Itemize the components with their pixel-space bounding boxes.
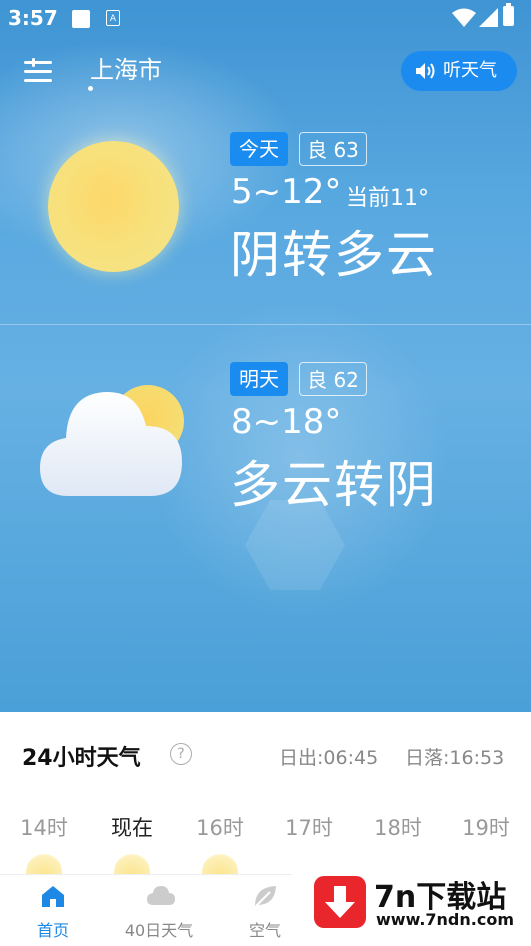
wifi-icon xyxy=(452,8,476,27)
watermark: 7n下载站 www.7ndn.com xyxy=(292,858,531,945)
speaker-icon xyxy=(416,63,435,79)
sunset-time: 日落:16:53 xyxy=(405,747,505,769)
current-temp: 当前11° xyxy=(346,186,429,211)
partly-cloudy-icon xyxy=(40,392,182,496)
location-dot xyxy=(88,86,93,91)
help-icon[interactable]: ? xyxy=(170,743,192,765)
menu-line xyxy=(24,61,52,64)
hour-label: 16时 xyxy=(196,816,244,840)
download-logo-icon xyxy=(314,876,366,928)
hour-label: 19时 xyxy=(462,816,510,840)
nav-home-label: 首页 xyxy=(36,921,69,940)
nav-home[interactable]: 首页 xyxy=(13,875,93,946)
listen-label: 听天气 xyxy=(443,60,497,81)
menu-line xyxy=(32,58,35,67)
nav-40day[interactable]: 40日天气 xyxy=(119,875,199,946)
menu-line xyxy=(24,79,52,82)
status-time: 3:57 xyxy=(8,6,58,30)
city-manage-button[interactable] xyxy=(24,58,54,86)
city-name[interactable]: 上海市 xyxy=(90,50,162,85)
today-tag: 今天 xyxy=(230,132,288,166)
signal-icon xyxy=(479,8,498,27)
cloud-icon xyxy=(147,886,175,905)
listen-weather-button[interactable]: 听天气 xyxy=(401,51,517,91)
weather-background xyxy=(0,0,531,712)
hourly-list[interactable]: 14时 现在 16时 17时 18时 19时 xyxy=(0,812,531,846)
hour-label: 17时 xyxy=(285,816,333,840)
tomorrow-temp-range: 8~18° xyxy=(231,402,342,442)
menu-line xyxy=(24,70,52,73)
watermark-url: www.7ndn.com xyxy=(376,910,514,929)
battery-icon xyxy=(503,3,514,26)
tomorrow-condition: 多云转阴 xyxy=(230,456,438,514)
hour-label: 14时 xyxy=(20,816,68,840)
hour-label: 18时 xyxy=(374,816,422,840)
notification-icon xyxy=(72,10,90,28)
font-notification-icon: A xyxy=(106,10,120,26)
hour-label-now: 现在 xyxy=(111,816,153,840)
today-condition: 阴转多云 xyxy=(230,226,438,284)
leaf-icon xyxy=(255,886,276,907)
sun-icon xyxy=(48,141,179,272)
sunrise-time: 日出:06:45 xyxy=(279,747,379,769)
divider xyxy=(0,324,531,325)
tomorrow-tag: 明天 xyxy=(230,362,288,396)
today-aqi-badge[interactable]: 良 63 xyxy=(299,132,367,166)
today-temp-range: 5~12° xyxy=(231,172,342,212)
home-icon xyxy=(42,886,64,907)
status-bar: 3:57 A xyxy=(0,0,531,36)
hourly-title: 24小时天气 xyxy=(22,746,141,771)
tomorrow-aqi-badge[interactable]: 良 62 xyxy=(299,362,367,396)
nav-40day-label: 40日天气 xyxy=(124,921,194,940)
